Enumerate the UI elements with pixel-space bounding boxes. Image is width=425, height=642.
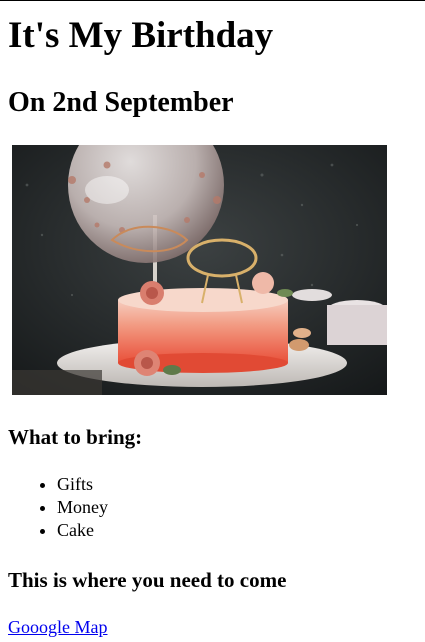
page-title: It's My Birthday (8, 15, 274, 56)
bring-list: Gifts Money Cake (0, 473, 108, 542)
page: It's My Birthday On 2nd September What t… (0, 0, 425, 642)
location-heading: This is where you need to come (8, 568, 287, 592)
list-item: Money (57, 496, 108, 519)
list-item: Cake (57, 519, 108, 542)
google-map-link[interactable]: Gooogle Map (8, 616, 107, 638)
list-item: Gifts (57, 473, 108, 496)
page-subtitle: On 2nd September (8, 87, 234, 118)
what-to-bring-heading: What to bring: (8, 425, 143, 449)
birthday-cake-image (12, 145, 387, 395)
